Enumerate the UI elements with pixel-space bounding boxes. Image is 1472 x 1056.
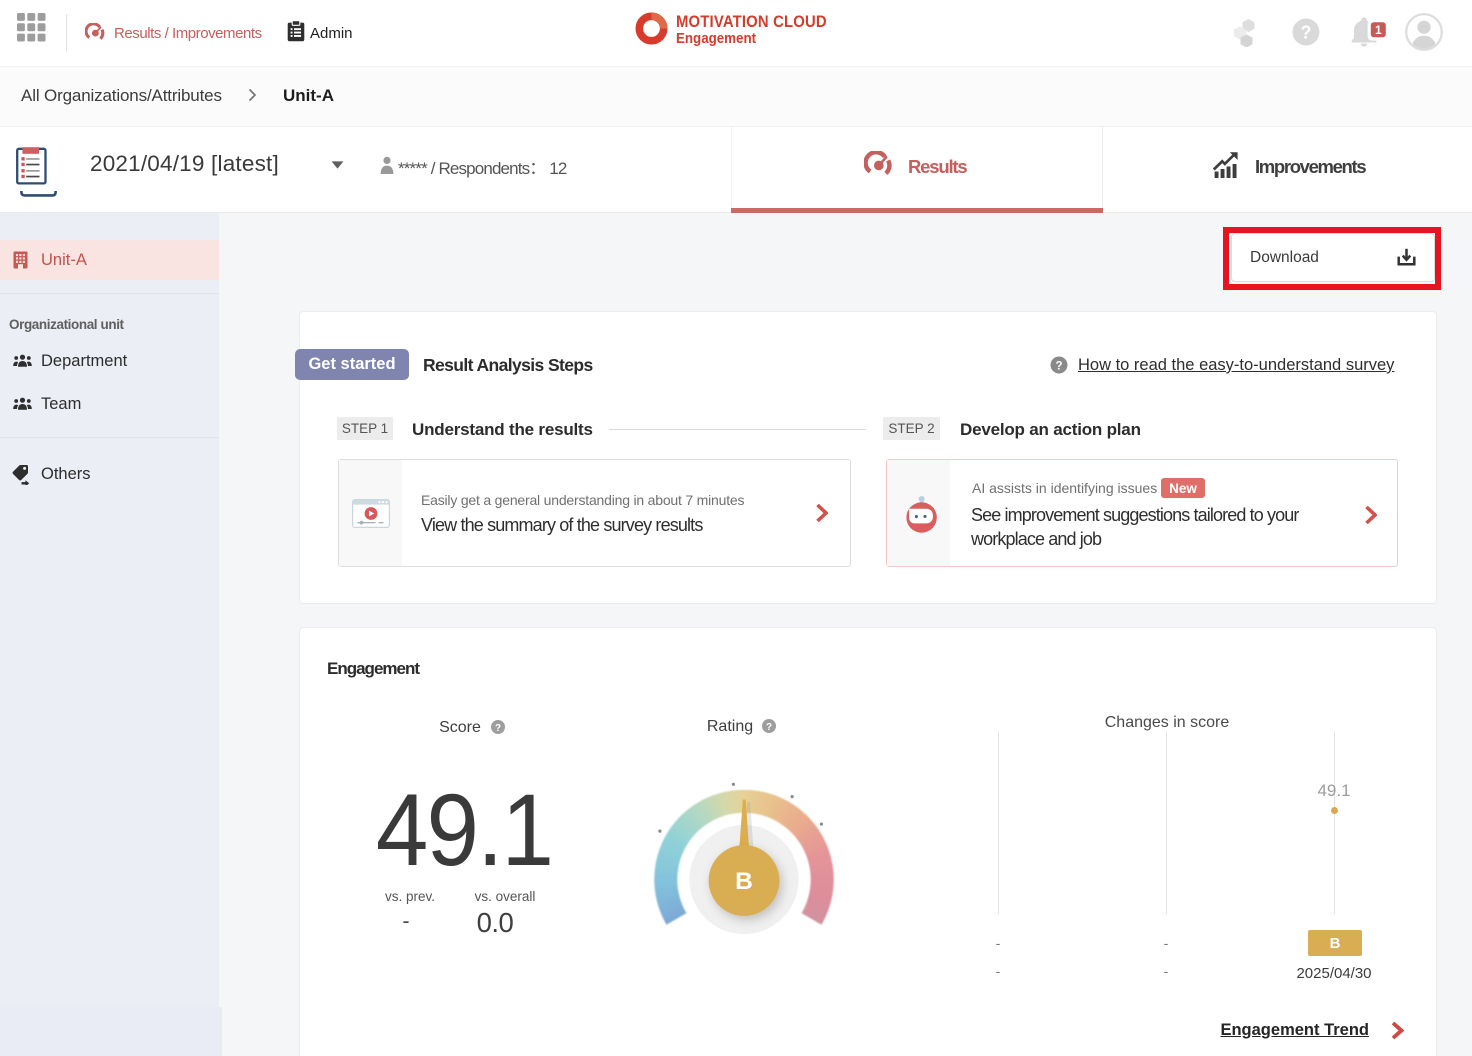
svg-text:?: ?: [495, 723, 501, 734]
svg-text:B: B: [735, 868, 753, 895]
svg-text:1: 1: [1375, 23, 1382, 37]
svg-text:?: ?: [1301, 23, 1312, 43]
svg-text:?: ?: [1055, 360, 1062, 372]
svg-text:?: ?: [766, 722, 772, 733]
